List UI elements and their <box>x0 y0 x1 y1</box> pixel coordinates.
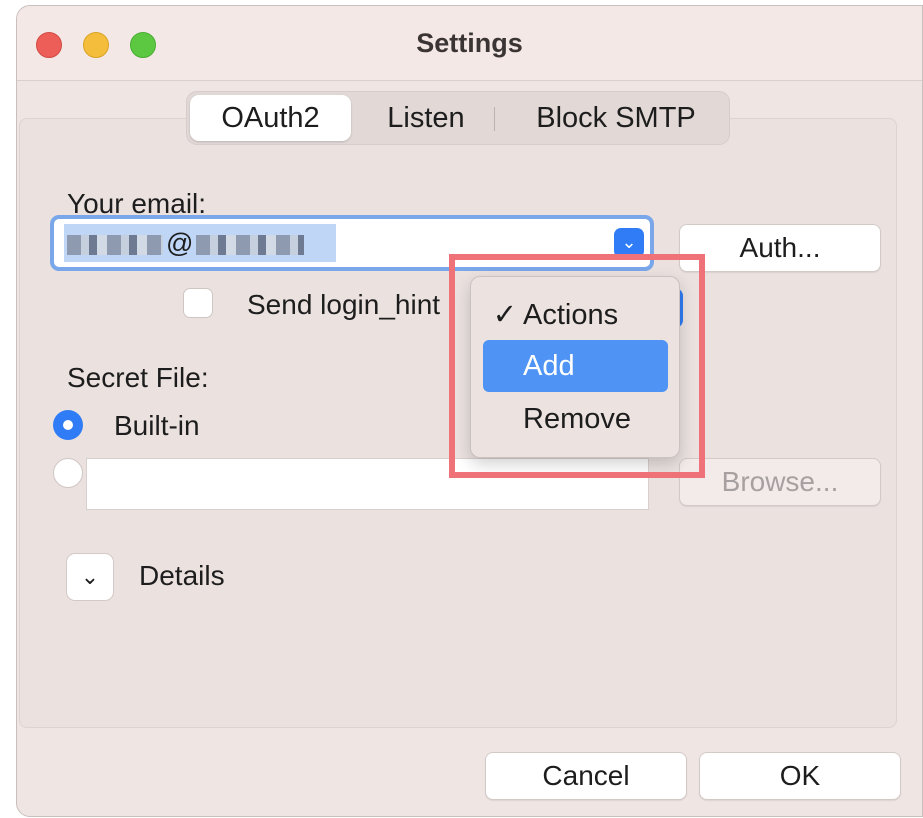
menu-item-remove[interactable]: Remove <box>483 393 668 445</box>
email-selected-text: @ <box>64 224 336 262</box>
chevron-down-icon[interactable]: ⌄ <box>614 228 644 258</box>
checkmark-icon: ✓ <box>492 299 517 331</box>
tab-bar: OAuth2 Listen Block SMTP <box>186 91 730 145</box>
email-at-sign: @ <box>166 228 194 258</box>
menu-item-label: Actions <box>523 299 619 331</box>
redacted-email-domain <box>196 234 305 255</box>
menu-item-add[interactable]: Add <box>483 340 668 392</box>
menu-item-label: Add <box>523 350 575 382</box>
actions-dropdown-menu: ✓ Actions Add Remove <box>470 276 680 458</box>
menu-item-label: Remove <box>523 403 631 435</box>
title-bar: Settings <box>17 6 922 81</box>
send-login-hint-checkbox[interactable] <box>183 288 213 318</box>
browse-button[interactable]: Browse... <box>679 458 881 506</box>
radio-custom-file[interactable] <box>53 458 83 488</box>
email-combobox[interactable]: @ ⌄ <box>50 215 654 271</box>
cancel-button[interactable]: Cancel <box>485 752 687 800</box>
details-disclosure-button[interactable]: ⌄ <box>66 553 114 601</box>
tab-listen[interactable]: Listen <box>363 95 489 141</box>
ok-button[interactable]: OK <box>699 752 901 800</box>
built-in-label: Built-in <box>114 410 200 441</box>
secret-file-label: Secret File: <box>67 362 209 393</box>
auth-button[interactable]: Auth... <box>679 224 881 272</box>
radio-built-in[interactable] <box>53 410 83 440</box>
send-login-hint-label: Send login_hint <box>247 289 441 320</box>
menu-item-actions[interactable]: ✓ Actions <box>483 289 668 341</box>
tab-separator <box>494 107 495 131</box>
redacted-email-user <box>67 234 163 255</box>
tab-oauth2[interactable]: OAuth2 <box>190 95 351 141</box>
chevron-down-icon: ⌄ <box>80 564 100 589</box>
details-label: Details <box>139 560 225 591</box>
secret-file-path-input[interactable] <box>86 458 649 510</box>
tab-block-smtp[interactable]: Block SMTP <box>507 95 725 141</box>
window-title: Settings <box>416 28 523 58</box>
